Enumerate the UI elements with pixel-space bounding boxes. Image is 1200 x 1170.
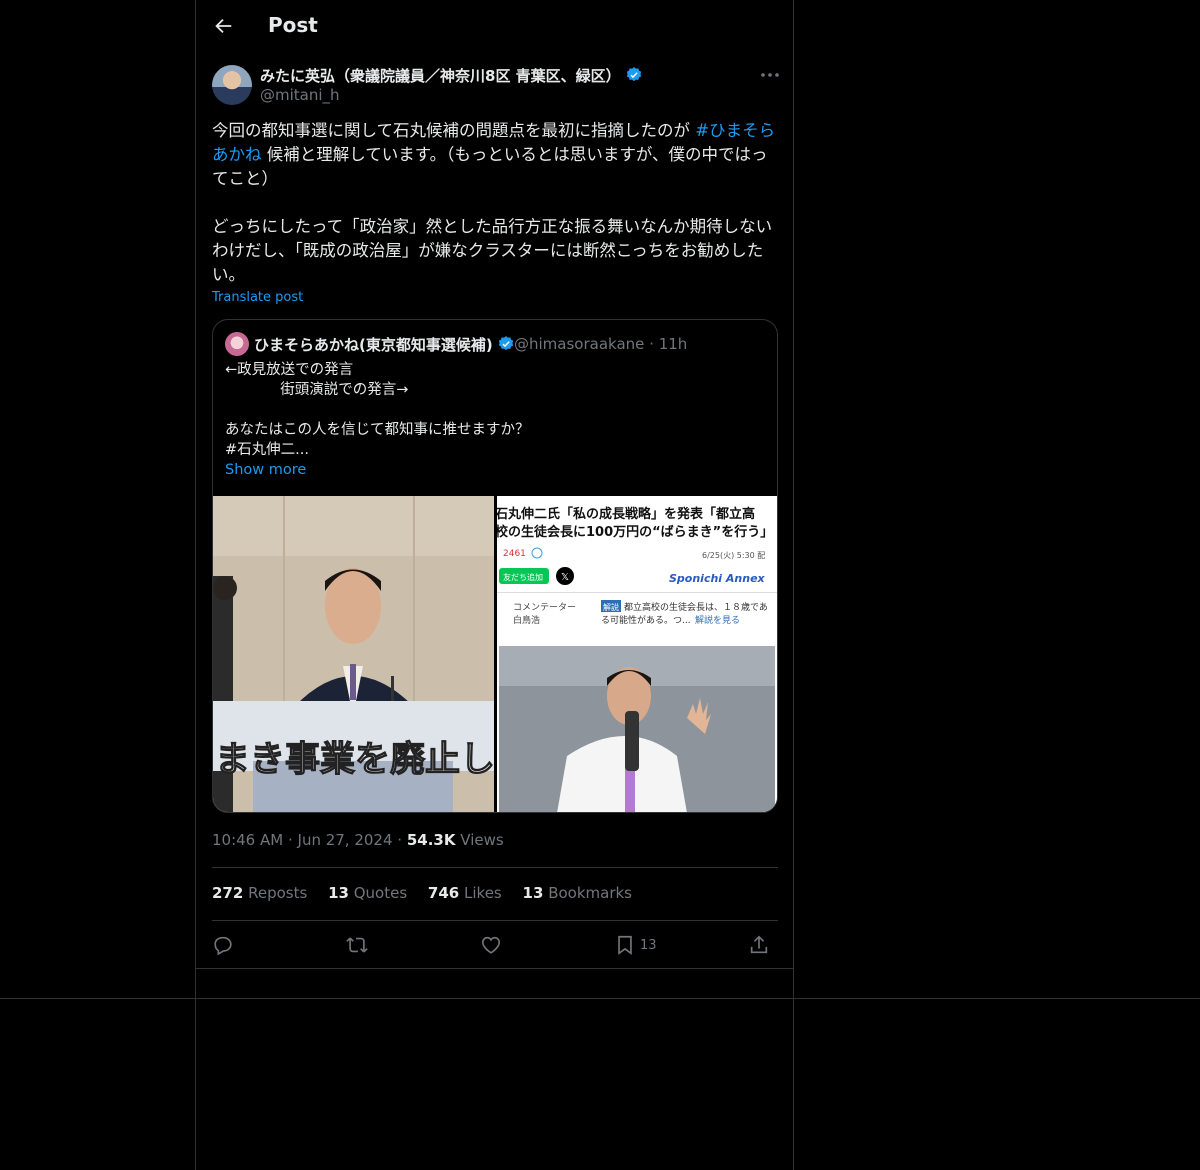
divider [212,920,778,921]
more-icon[interactable] [758,67,782,83]
sponichi-logo: Sponichi Annex [669,572,766,585]
bookmark-count: 13 [640,937,657,953]
author-name[interactable]: みたに英弘（衆議院議員／神奈川8区 青葉区、緑区） [260,65,643,86]
bookmark-button[interactable]: 13 [614,932,657,958]
main-column: Post みたに英弘（衆議院議員／神奈川8区 青葉区、緑区） @mitani_h… [195,0,794,1170]
divider [212,867,778,868]
header-bar: Post [196,0,794,53]
reposts-stat[interactable]: 272 Reposts [212,884,307,902]
image-caption-text: まき事業を廃止し [215,740,494,780]
translate-post-link[interactable]: Translate post [212,290,303,305]
verified-badge-icon [626,67,641,82]
quote-media: まき事業を廃止し 石丸伸二氏「私の成長戦略」を発表「都立高 校の生徒会長に100… [213,496,777,812]
media-image-left[interactable]: まき事業を廃止し [213,496,494,812]
repost-button[interactable] [346,932,368,958]
commentary-more-link: 解説を見る [695,614,740,626]
reply-button[interactable] [212,932,234,958]
quote-author-name[interactable]: ひまそらあかね(東京都知事選候補) [254,334,515,355]
post-meta: 10:46 AM · Jun 27, 2024 · 54.3K Views [212,831,504,849]
verified-badge-icon [498,336,513,351]
share-button[interactable] [748,932,770,958]
author-avatar[interactable] [212,65,252,105]
show-more-link[interactable]: Show more [225,460,765,480]
news-headline-1: 石丸伸二氏「私の成長戦略」を発表「都立高 [497,506,755,522]
commentary-text-2: る可能性がある。つ... [601,614,691,626]
likes-stat[interactable]: 746 Likes [428,884,502,902]
author-handle[interactable]: @mitani_h [260,86,340,104]
commentary-tag: 解説 [603,602,619,612]
media-image-right[interactable]: 石丸伸二氏「私の成長戦略」を発表「都立高 校の生徒会長に100万円の“ばらまき”… [497,496,777,812]
bookmarks-stat[interactable]: 13 Bookmarks [523,884,632,902]
timeline-divider [0,998,1200,999]
quote-avatar[interactable] [225,332,249,356]
quote-handle-time: @himasoraakane · 11h [514,335,688,353]
quoted-post[interactable]: ひまそらあかね(東京都知事選候補) @himasoraakane · 11h ←… [212,319,778,813]
action-bar: 13 [212,932,778,958]
page-title: Post [268,13,318,37]
commentary-text: 都立高校の生徒会長は、１８歳であ [624,601,768,613]
quotes-stat[interactable]: 13 Quotes [328,884,407,902]
news-date: 6/25(火) 5:30 配 [702,551,765,560]
back-arrow-icon[interactable] [212,15,234,37]
engagement-stats: 272 Reposts 13 Quotes 746 Likes 13 Bookm… [212,884,648,902]
line-friend-button: 友だち追加 [503,572,543,582]
press-conference-image: まき事業を廃止し [213,496,494,812]
share-icon [750,935,768,954]
svg-text:𝕏: 𝕏 [561,572,569,583]
news-headline-2: 校の生徒会長に100万円の“ばらまき”を行う」 [497,524,773,540]
commentator-label: コメンテーター [513,602,576,613]
post-text: 今回の都知事選に関して石丸候補の問題点を最初に指摘したのが #ひまそらあかね 候… [212,121,776,284]
commentator-name: 白鳥浩 [513,614,540,626]
news-screenshot-image: 石丸伸二氏「私の成長戦略」を発表「都立高 校の生徒会長に100万円の“ばらまき”… [497,496,777,812]
bookmark-icon [618,935,632,955]
like-icon [481,936,501,954]
post-bottom-border [195,968,794,969]
quote-text: ←政見放送での発言 街頭演説での発言→ あなたはこの人を信じて都知事に推せますか… [225,360,765,480]
media-divider [494,496,497,812]
news-comment-count: 2461 [503,549,526,559]
like-button[interactable] [480,932,502,958]
repost-icon [346,937,368,953]
reply-icon [214,936,232,956]
